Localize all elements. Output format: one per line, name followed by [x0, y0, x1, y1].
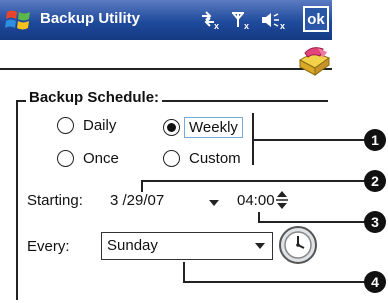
- windows-flag-icon[interactable]: [4, 7, 34, 33]
- time-spinner-icon[interactable]: [275, 188, 289, 212]
- radio-once[interactable]: Once: [57, 150, 119, 167]
- svg-text:x: x: [280, 21, 285, 31]
- connectivity-icon: [202, 11, 214, 27]
- app-title: Backup Utility: [40, 10, 141, 27]
- date-dropdown-icon[interactable]: [209, 200, 219, 206]
- radio-daily-label: Daily: [83, 117, 117, 134]
- every-label: Every:: [27, 238, 70, 255]
- callout-line-4b: [183, 281, 366, 283]
- header-divider: [0, 68, 332, 70]
- radio-weekly-label: Weekly: [184, 117, 243, 138]
- callout-badge-3: 3: [364, 211, 386, 233]
- header-band: [0, 40, 332, 82]
- radio-button-icon[interactable]: [163, 150, 180, 167]
- volume-icon: [262, 13, 271, 27]
- backup-book-icon: [298, 47, 331, 76]
- radio-once-label: Once: [83, 150, 119, 167]
- title-bar: Backup Utility x x x ok: [0, 0, 332, 40]
- start-time-field[interactable]: 04:00: [237, 192, 275, 209]
- radio-weekly[interactable]: Weekly: [163, 117, 243, 138]
- radio-custom-label: Custom: [189, 150, 241, 167]
- start-date-field[interactable]: 3 /29/07: [110, 192, 164, 209]
- ok-button[interactable]: ok: [303, 6, 329, 32]
- status-icons[interactable]: x x x: [196, 8, 296, 32]
- callout-badge-1: 1: [364, 129, 386, 151]
- radio-custom[interactable]: Custom: [163, 150, 241, 167]
- radio-button-icon[interactable]: [57, 150, 74, 167]
- callout-badge-2: 2: [364, 170, 386, 192]
- radio-daily[interactable]: Daily: [57, 117, 116, 134]
- radio-button-checked-icon[interactable]: [163, 119, 180, 136]
- callout-line-4a: [183, 262, 185, 282]
- every-dropdown-value: Sunday: [107, 237, 158, 254]
- starting-label: Starting:: [27, 192, 83, 209]
- every-dropdown[interactable]: Sunday: [101, 232, 273, 260]
- svg-text:x: x: [244, 21, 249, 31]
- backup-schedule-label: Backup Schedule:: [26, 89, 163, 106]
- every-dropdown-arrow-icon[interactable]: [251, 236, 269, 256]
- clock-icon[interactable]: [276, 222, 320, 266]
- callout-badge-4: 4: [364, 271, 386, 293]
- callout-line-1: [252, 139, 364, 141]
- radio-button-icon[interactable]: [57, 117, 74, 134]
- callout-line-2b: [141, 180, 366, 182]
- svg-text:x: x: [214, 21, 219, 31]
- signal-icon: [232, 12, 244, 27]
